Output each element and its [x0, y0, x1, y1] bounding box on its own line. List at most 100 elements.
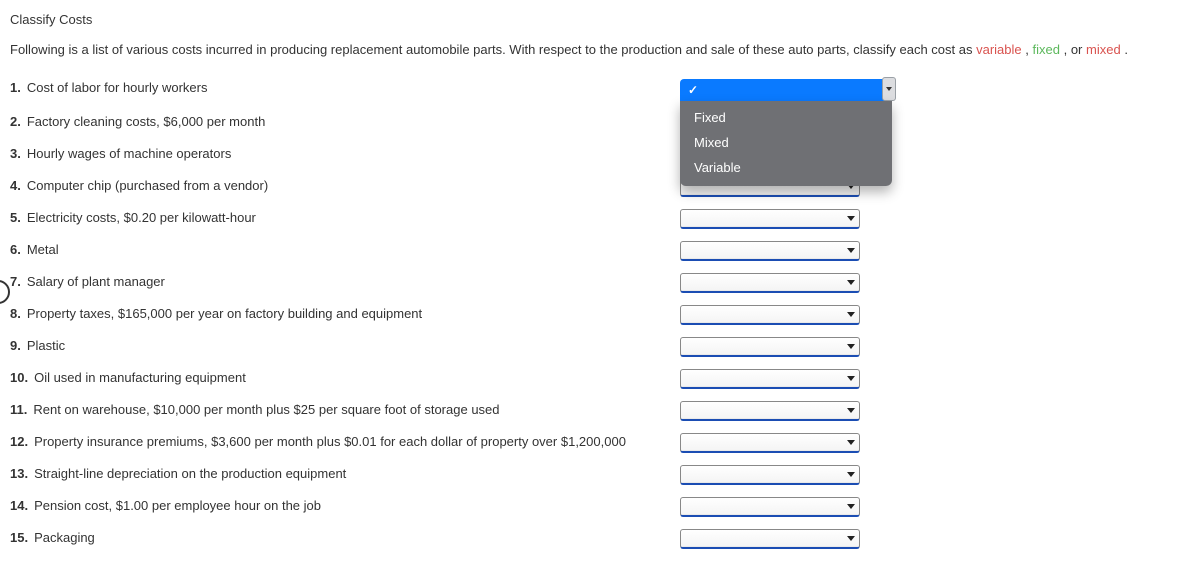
list-item: 12. Property insurance premiums, $3,600 p… [10, 427, 1190, 459]
item-number: 14. [10, 497, 28, 515]
item-text: 6. Metal [10, 241, 670, 259]
list-item: 14. Pension cost, $1.00 per employee hour… [10, 491, 1190, 523]
item-text: 3.Hourly wages of machine operators [10, 145, 670, 163]
select-wrap [680, 529, 860, 549]
item-label: Electricity costs, $0.20 per kilowatt-ho… [27, 209, 256, 227]
cost-type-select[interactable] [680, 273, 860, 293]
item-text: 15. Packaging [10, 529, 670, 547]
cost-type-select[interactable] [680, 433, 860, 453]
item-number: 6. [10, 241, 21, 259]
intro-mixed: mixed [1086, 42, 1121, 57]
cost-type-select[interactable] [680, 209, 860, 229]
item-number: 13. [10, 465, 28, 483]
chevron-down-icon[interactable] [882, 77, 896, 101]
select-option[interactable]: Mixed [680, 130, 892, 155]
list-item: 4. Computer chip (purchased from a vendor… [10, 171, 1190, 203]
list-item: 1. Cost of labor for hourly workers ✓Fixed… [10, 73, 1190, 107]
item-number: 10. [10, 369, 28, 387]
intro-variable: variable [976, 42, 1022, 57]
item-number: 4. [10, 177, 21, 195]
list-item: 2. Factory cleaning costs, $6,000 per mon… [10, 107, 1190, 139]
cost-type-select[interactable] [680, 369, 860, 389]
select-option[interactable]: Fixed [680, 105, 892, 130]
item-label: Computer chip (purchased from a vendor) [27, 177, 268, 195]
item-number: 2. [10, 113, 21, 131]
cost-type-select[interactable] [680, 529, 860, 549]
list-item: 11. Rent on warehouse, $10,000 per month … [10, 395, 1190, 427]
chevron-down-icon [847, 440, 855, 445]
item-text: 5. Electricity costs, $0.20 per kilowatt-… [10, 209, 670, 227]
item-number: 7. [10, 273, 21, 291]
list-item: 5. Electricity costs, $0.20 per kilowatt-… [10, 203, 1190, 235]
section-title: Classify Costs [10, 12, 1190, 27]
select-wrap [680, 369, 860, 389]
list-item: 13. Straight-line depreciation on the pro… [10, 459, 1190, 491]
item-label: Straight-line depreciation on the produc… [34, 465, 346, 483]
select-wrap [680, 433, 860, 453]
chevron-down-icon [847, 536, 855, 541]
item-text: 2. Factory cleaning costs, $6,000 per mon… [10, 113, 670, 131]
page-indicator-circle [0, 280, 10, 304]
select-option[interactable]: Variable [680, 155, 892, 180]
cost-type-select[interactable] [680, 241, 860, 261]
intro-suffix: . [1124, 42, 1128, 57]
select-wrap [680, 273, 860, 293]
cost-type-select[interactable] [680, 337, 860, 357]
item-text: 14. Pension cost, $1.00 per employee hour… [10, 497, 670, 515]
item-label: Property insurance premiums, $3,600 per … [34, 433, 626, 451]
chevron-down-icon [847, 344, 855, 349]
list-item: 8. Property taxes, $165,000 per year on f… [10, 299, 1190, 331]
item-label: Cost of labor for hourly workers [27, 79, 208, 97]
items-list: 1.Cost of labor for hourly workers✓Fixed… [10, 73, 1190, 555]
item-number: 15. [10, 529, 28, 547]
chevron-down-icon [847, 472, 855, 477]
item-text: 12. Property insurance premiums, $3,600 p… [10, 433, 670, 451]
select-wrap [680, 465, 860, 485]
item-text: 9.Plastic [10, 337, 670, 355]
item-number: 1. [10, 79, 21, 97]
cost-type-select[interactable] [680, 305, 860, 325]
item-number: 12. [10, 433, 28, 451]
intro-sep2: , or [1064, 42, 1086, 57]
item-label: Packaging [34, 529, 95, 547]
item-text: 13. Straight-line depreciation on the pro… [10, 465, 670, 483]
select-selected-blank[interactable]: ✓ [680, 79, 892, 101]
chevron-down-icon [847, 408, 855, 413]
item-text: 10. Oil used in manufacturing equipment [10, 369, 670, 387]
item-label: Rent on warehouse, $10,000 per month plu… [33, 401, 499, 419]
item-label: Salary of plant manager [27, 273, 165, 291]
select-wrap [680, 401, 860, 421]
item-text: 7. Salary of plant manager [10, 273, 670, 291]
item-number: 8. [10, 305, 21, 323]
cost-type-select[interactable] [680, 465, 860, 485]
item-label: Hourly wages of machine operators [27, 145, 232, 163]
chevron-down-icon [847, 216, 855, 221]
item-label: Oil used in manufacturing equipment [34, 369, 246, 387]
cost-type-select-open[interactable]: ✓FixedMixedVariable [680, 79, 892, 101]
select-wrap [680, 305, 860, 325]
cost-type-select[interactable] [680, 497, 860, 517]
item-text: 1. Cost of labor for hourly workers [10, 79, 670, 97]
select-wrap [680, 241, 860, 261]
chevron-down-icon [847, 280, 855, 285]
list-item: 7. Salary of plant manager [10, 267, 1190, 299]
chevron-down-icon [847, 248, 855, 253]
item-label: Pension cost, $1.00 per employee hour on… [34, 497, 321, 515]
select-wrap [680, 497, 860, 517]
cost-type-select[interactable] [680, 401, 860, 421]
item-label: Property taxes, $165,000 per year on fac… [27, 305, 422, 323]
list-item: 9.Plastic [10, 331, 1190, 363]
instructions-text: Following is a list of various costs inc… [10, 41, 1190, 59]
item-text: 8. Property taxes, $165,000 per year on f… [10, 305, 670, 323]
item-label: Factory cleaning costs, $6,000 per month [27, 113, 265, 131]
list-item: 3.Hourly wages of machine operators [10, 139, 1190, 171]
list-item: 10. Oil used in manufacturing equipment [10, 363, 1190, 395]
item-label: Metal [27, 241, 59, 259]
item-number: 5. [10, 209, 21, 227]
item-number: 11. [10, 401, 27, 419]
select-wrap [680, 337, 860, 357]
chevron-down-icon [847, 312, 855, 317]
select-wrap [680, 209, 860, 229]
item-text: 4. Computer chip (purchased from a vendor… [10, 177, 670, 195]
item-number: 9. [10, 337, 21, 355]
